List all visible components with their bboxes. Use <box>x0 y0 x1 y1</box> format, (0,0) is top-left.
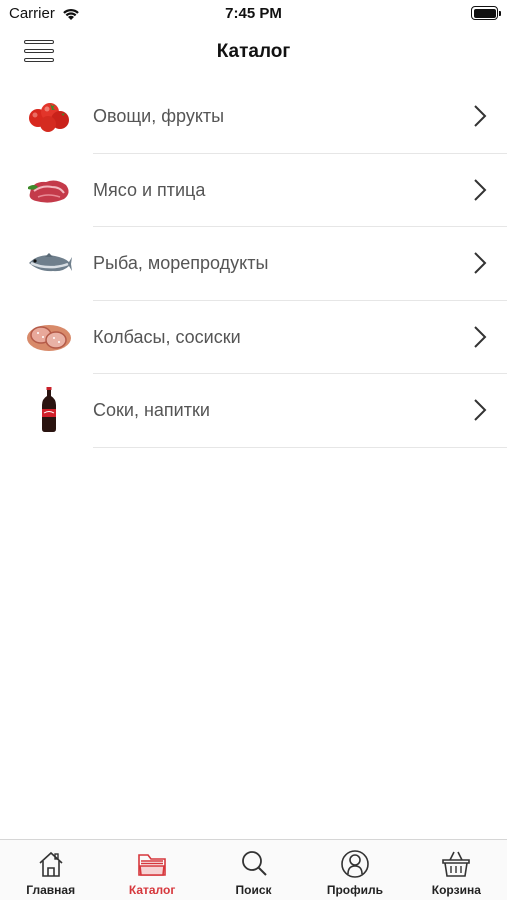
home-icon <box>39 851 63 877</box>
sausage-image <box>24 315 74 359</box>
tab-label: Профиль <box>326 883 383 897</box>
chevron-right-icon <box>474 399 487 421</box>
tab-home[interactable]: Главная <box>0 840 101 900</box>
tab-label: Главная <box>26 883 76 897</box>
page-title: Каталог <box>216 41 291 62</box>
category-row-vegetables[interactable]: Овощи, фрукты <box>0 80 507 154</box>
folder-icon <box>138 854 166 876</box>
status-time: 7:45 PM <box>225 5 282 22</box>
category-label: Колбасы, сосиски <box>93 326 241 347</box>
chevron-right-icon <box>474 178 487 201</box>
meat-image <box>24 168 74 212</box>
category-label: Мясо и птица <box>93 179 206 200</box>
search-icon <box>241 851 267 876</box>
category-row-fish[interactable]: Рыба, морепродукты <box>0 227 507 301</box>
category-row-drinks[interactable]: Соки, напитки <box>0 374 507 448</box>
category-row-sausages[interactable]: Колбасы, сосиски <box>0 301 507 374</box>
tomatoes-image <box>24 94 74 138</box>
tab-profile[interactable]: Профиль <box>304 840 405 900</box>
category-label: Рыба, морепродукты <box>93 253 269 273</box>
row-separator <box>93 446 507 448</box>
navigation-bar: Каталог <box>0 28 507 76</box>
profile-icon <box>341 850 369 878</box>
tab-label: Каталог <box>128 883 176 897</box>
soda-bottle-image <box>24 387 74 432</box>
tab-label: Поиск <box>235 883 272 897</box>
chevron-right-icon <box>474 325 487 348</box>
battery-icon <box>471 6 501 20</box>
category-row-meat[interactable]: Мясо и птица <box>0 154 507 227</box>
basket-icon <box>442 851 471 877</box>
tab-catalog[interactable]: Каталог <box>101 840 202 900</box>
chevron-right-icon <box>474 252 487 274</box>
hamburger-menu-icon[interactable] <box>24 38 54 64</box>
fish-image <box>24 241 74 285</box>
chevron-right-icon <box>474 105 487 127</box>
tab-label: Корзина <box>431 883 481 897</box>
status-bar: Carrier 7:45 PM <box>0 0 507 28</box>
tab-search[interactable]: Поиск <box>203 840 304 900</box>
category-label: Соки, напитки <box>93 400 210 420</box>
category-label: Овощи, фрукты <box>93 106 225 126</box>
tab-basket[interactable]: Корзина <box>406 840 507 900</box>
category-list: Овощи, фрукты Мясо и птица Рыба, морепро… <box>0 80 507 448</box>
tab-bar: Главная Каталог Поиск Профиль Корзина <box>0 839 507 900</box>
